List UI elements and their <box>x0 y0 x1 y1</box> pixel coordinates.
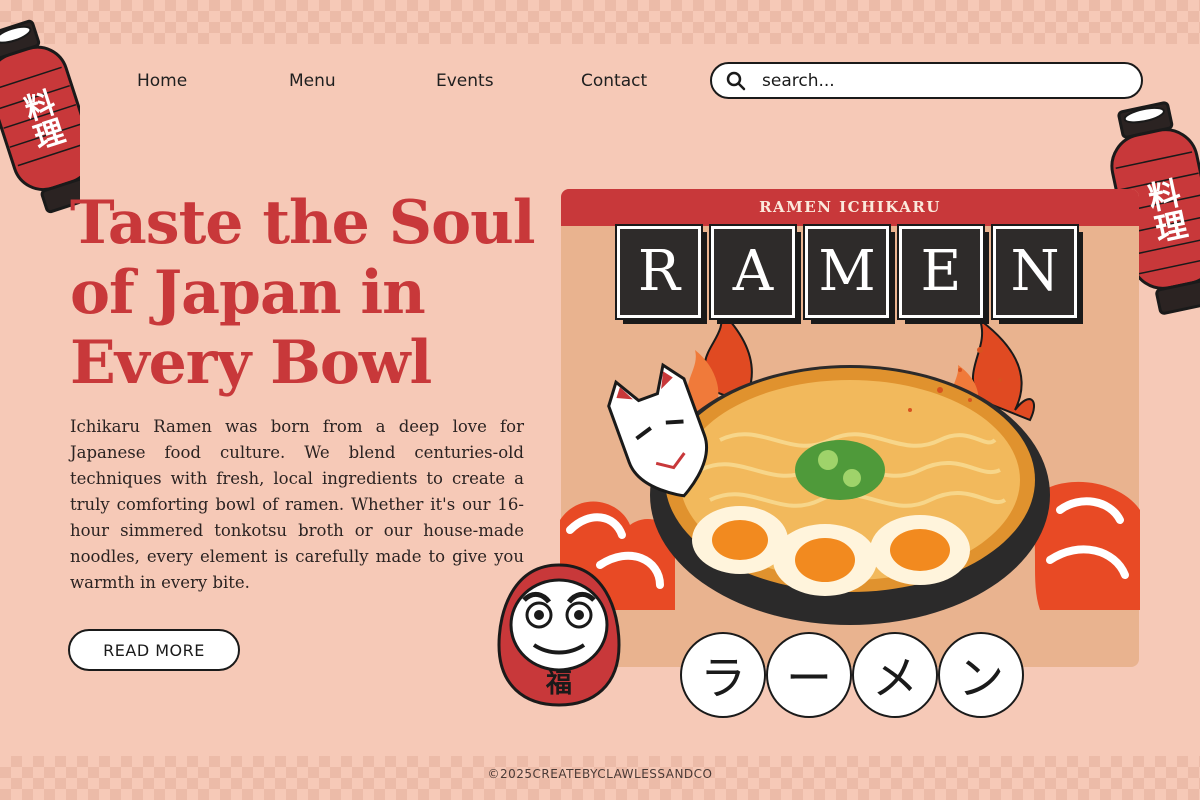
hero-description: Ichikaru Ramen was born from a deep love… <box>70 417 524 592</box>
tile-letter-e: E <box>897 224 985 320</box>
search-input[interactable] <box>762 70 1122 91</box>
katakana-ramen: ラ ー メ ン <box>680 632 1024 718</box>
headline-line-1: Taste the Soul <box>70 188 536 258</box>
tile-letter-n: N <box>991 224 1079 320</box>
nav-contact[interactable]: Contact <box>581 71 647 91</box>
poster-banner: RAMEN ICHIKARU <box>561 189 1139 226</box>
tile-letter-r: R <box>615 224 703 320</box>
footer-copyright: ©2025CREATEBYCLAWLESSANDCO <box>487 767 713 781</box>
katakana-char-2: ー <box>766 632 852 718</box>
nav-menu[interactable]: Menu <box>289 71 336 91</box>
lantern-left-illustration: 料理 <box>0 19 80 214</box>
katakana-char-1: ラ <box>680 632 766 718</box>
read-more-button[interactable]: READ MORE <box>68 629 240 671</box>
checker-band-top <box>0 0 1200 44</box>
ramen-bowl-illustration <box>560 310 1140 625</box>
daruma-illustration: 福 <box>497 563 621 707</box>
egg-2-icon <box>773 524 877 596</box>
nav-events[interactable]: Events <box>436 71 494 91</box>
daruma-text: 福 <box>545 669 572 699</box>
nav-home[interactable]: Home <box>137 71 187 91</box>
katakana-char-3: メ <box>852 632 938 718</box>
egg-3-icon <box>870 515 970 585</box>
search-icon[interactable] <box>726 71 746 91</box>
ramen-letter-tiles: R A M E N <box>615 224 1087 320</box>
headline-line-2: of Japan in <box>70 258 426 328</box>
katakana-char-4: ン <box>938 632 1024 718</box>
tile-letter-a: A <box>709 224 797 320</box>
tile-letter-m: M <box>803 224 891 320</box>
search-bar[interactable] <box>710 62 1143 99</box>
hero-headline: Taste the Soul of Japan in Every Bowl <box>70 188 540 398</box>
headline-line-3: Every Bowl <box>70 328 432 398</box>
